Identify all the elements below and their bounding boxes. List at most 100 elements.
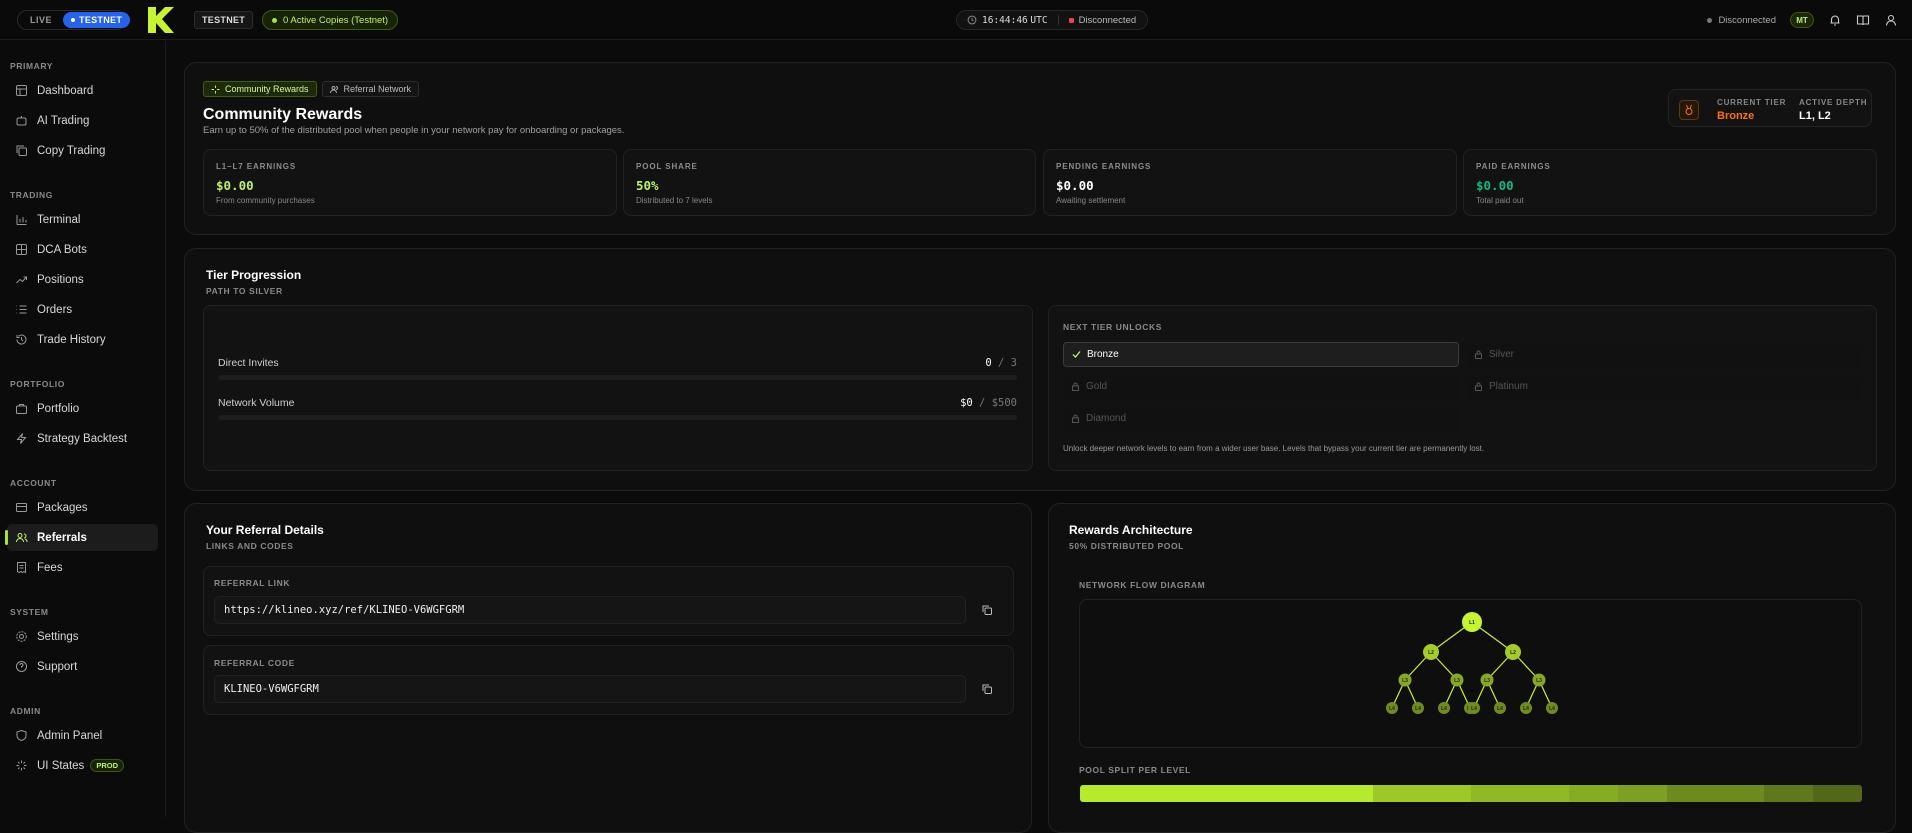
copy-icon: [982, 605, 992, 615]
sidebar-item-packages[interactable]: Packages: [7, 494, 158, 521]
pool-split-segment: [1471, 785, 1569, 802]
mode-live-option[interactable]: LIVE: [19, 15, 63, 25]
direct-invites-bar: [218, 375, 1017, 380]
unlock-note: Unlock deeper network levels to earn fro…: [1063, 444, 1485, 453]
stat-label: PAID EARNINGS: [1476, 162, 1551, 171]
progress-panel: [203, 305, 1033, 471]
zap-icon: [16, 433, 27, 444]
sidebar-section-portfolio: PORTFOLIO: [10, 379, 65, 389]
current-tier-value: Bronze: [1717, 110, 1755, 122]
network-volume-label: Network Volume: [218, 397, 295, 409]
tab-referral-network[interactable]: Referral Network: [321, 81, 420, 97]
unlock-label: Bronze: [1087, 349, 1119, 360]
sidebar-item-label: Settings: [37, 630, 79, 643]
stat-sub: Awaiting settlement: [1056, 196, 1126, 205]
tree-node-label: L4: [1441, 706, 1447, 712]
sidebar-item-label: Portfolio: [37, 402, 80, 415]
klineo-logo-icon[interactable]: [146, 5, 176, 35]
user-badge[interactable]: MT: [1790, 12, 1814, 28]
direct-invites-target: 3: [1010, 357, 1017, 369]
copy-code-button[interactable]: [974, 676, 1000, 702]
tree-node-label: L4: [1549, 706, 1555, 712]
stat-value: $0.00: [1476, 178, 1514, 193]
list-icon: [16, 305, 27, 314]
sidebar-item-label: Referrals: [37, 531, 87, 544]
clock-time: 16:44:46: [982, 14, 1028, 26]
sidebar-item-orders[interactable]: Orders: [7, 296, 158, 323]
sidebar-item-portfolio[interactable]: Portfolio: [7, 395, 158, 422]
sparkle-icon: [211, 85, 220, 93]
sidebar-item-referrals[interactable]: Referrals: [5, 524, 158, 551]
rewards-architecture-subtitle: 50% DISTRIBUTED POOL: [1069, 541, 1184, 551]
active-depth-value: L1, L2: [1799, 110, 1831, 122]
ws-status-label: Disconnected: [1718, 14, 1776, 26]
stat-label: L1–L7 EARNINGS: [216, 162, 297, 171]
pool-split-segment: [1764, 785, 1814, 802]
sidebar-item-label: Packages: [37, 501, 88, 514]
unlock-label: Gold: [1086, 381, 1108, 392]
network-volume-bar: [218, 415, 1017, 420]
sidebar-item-support[interactable]: Support: [7, 653, 158, 680]
sidebar-item-admin-panel[interactable]: Admin Panel: [7, 722, 158, 749]
referral-details-subtitle: LINKS AND CODES: [206, 541, 294, 551]
stat-sub: Total paid out: [1476, 196, 1524, 205]
sidebar-section-trading: TRADING: [10, 190, 53, 200]
top-right-controls: Disconnected MT: [1707, 10, 1898, 30]
stat-sub: Distributed to 7 levels: [636, 196, 713, 205]
current-tier-label: CURRENT TIER: [1717, 98, 1787, 107]
referral-code-label: REFERRAL CODE: [214, 658, 295, 668]
network-volume-target: $500: [991, 397, 1017, 409]
unlock-diamond: Diamond: [1063, 406, 1459, 431]
sidebar-item-ui-states[interactable]: UI States PROD: [7, 752, 158, 779]
tree-node-label: L4: [1497, 706, 1503, 712]
sidebar: PRIMARY Dashboard AI Trading Copy Tradin…: [0, 41, 166, 817]
user-icon[interactable]: [1884, 13, 1898, 27]
tree-node-label: L2: [1510, 650, 1516, 656]
prod-badge: PROD: [90, 759, 124, 772]
copy-icon: [16, 145, 27, 156]
sidebar-item-dashboard[interactable]: Dashboard: [7, 77, 158, 104]
gear-icon: [16, 631, 27, 642]
mode-testnet-label: TESTNET: [79, 15, 123, 25]
network-badge: TESTNET: [194, 11, 254, 29]
unlock-bronze: Bronze: [1063, 342, 1459, 367]
book-icon[interactable]: [1856, 13, 1870, 27]
unlock-silver: Silver: [1466, 342, 1862, 367]
tree-node-label: L3: [1402, 678, 1408, 684]
sidebar-item-settings[interactable]: Settings: [7, 623, 158, 650]
medal-icon: [1679, 100, 1699, 120]
sidebar-item-fees[interactable]: Fees: [7, 554, 158, 581]
mode-toggle[interactable]: LIVE TESTNET: [17, 10, 131, 30]
copy-link-button[interactable]: [974, 597, 1000, 623]
next-tier-unlocks-title: NEXT TIER UNLOCKS: [1063, 322, 1162, 332]
page-subtitle: Earn up to 50% of the distributed pool w…: [203, 125, 625, 136]
rewards-architecture-title: Rewards Architecture: [1069, 523, 1193, 537]
sidebar-item-trade-history[interactable]: Trade History: [7, 326, 158, 353]
referral-link-field[interactable]: https://klineo.xyz/ref/KLINEO-V6WGFGRM: [214, 596, 966, 624]
tree-node-label: L2: [1428, 650, 1434, 656]
bell-icon[interactable]: [1828, 13, 1842, 27]
sidebar-item-dca-bots[interactable]: DCA Bots: [7, 236, 158, 263]
mode-testnet-option[interactable]: TESTNET: [63, 12, 131, 28]
sidebar-item-label: Trade History: [37, 333, 106, 346]
network-tree: L1L2L2L3L3L3L3L4L4L4L4L4L4L4L4: [1386, 612, 1558, 714]
copy-icon: [982, 684, 992, 694]
stat-pending-earnings: PENDING EARNINGS $0.00 Awaiting settleme…: [1043, 149, 1457, 216]
active-copies-badge[interactable]: 0 Active Copies (Testnet): [262, 10, 399, 30]
sidebar-item-terminal[interactable]: Terminal: [7, 206, 158, 233]
tree-node-label: L4: [1471, 706, 1477, 712]
sidebar-item-ai-trading[interactable]: AI Trading: [7, 107, 158, 134]
tier-progression-title: Tier Progression: [206, 268, 302, 282]
sidebar-item-label: Admin Panel: [37, 729, 103, 742]
clock-status: 16:44:46 UTC Disconnected: [956, 10, 1148, 30]
card-icon: [16, 503, 27, 512]
tab-community-rewards[interactable]: Community Rewards: [203, 81, 317, 97]
sidebar-item-strategy-backtest[interactable]: Strategy Backtest: [7, 425, 158, 452]
briefcase-icon: [16, 404, 27, 414]
pool-split-segment: [1568, 785, 1618, 802]
stat-label: PENDING EARNINGS: [1056, 162, 1152, 171]
sidebar-section-admin: ADMIN: [10, 706, 41, 716]
sidebar-item-positions[interactable]: Positions: [7, 266, 158, 293]
referral-code-field[interactable]: KLINEO-V6WGFGRM: [214, 675, 966, 703]
sidebar-item-copy-trading[interactable]: Copy Trading: [7, 137, 158, 164]
